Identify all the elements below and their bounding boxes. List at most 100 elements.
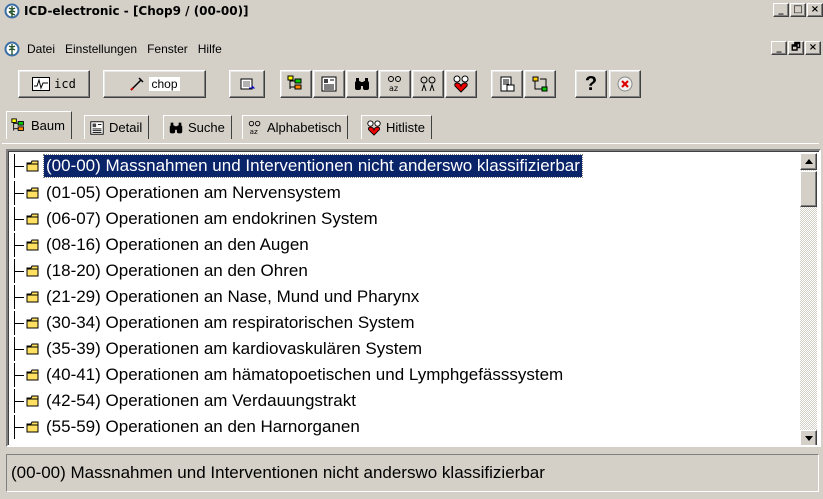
menu-datei[interactable]: Datei: [22, 42, 60, 56]
folder-icon: [26, 265, 39, 277]
status-text: (00-00) Massnahmen und Interventionen ni…: [11, 463, 545, 482]
menu-fenster[interactable]: Fenster: [142, 42, 193, 56]
hitlist-tab-icon: [367, 119, 381, 136]
search-button[interactable]: [346, 70, 378, 98]
tree-connector: [12, 311, 26, 335]
tab-alphabetisch[interactable]: az Alphabetisch: [242, 115, 349, 139]
print-button[interactable]: [491, 70, 523, 98]
tree-item[interactable]: (55-59) Operationen an den Harnorganen: [12, 415, 362, 439]
tree-item[interactable]: (40-41) Operationen am hämatopoetischen …: [12, 363, 565, 387]
arrow-down-icon: [804, 436, 813, 441]
tree-item-label: (00-00) Massnahmen und Interventionen ni…: [43, 154, 583, 178]
detail-icon: [90, 120, 104, 135]
export-icon: [240, 78, 255, 90]
tree-item-label: (21-29) Operationen an Nase, Mund und Ph…: [46, 287, 420, 306]
tab-strip: Baum Detail Suche az Alphabetisch Hitlis…: [0, 107, 823, 143]
tree-item[interactable]: (21-29) Operationen an Nase, Mund und Ph…: [12, 285, 421, 309]
folder-icon: [26, 369, 39, 381]
binoculars-icon: [169, 122, 183, 133]
help-button[interactable]: ?: [575, 70, 607, 98]
icd-label: icd: [54, 77, 76, 91]
hitlist-button[interactable]: [445, 70, 477, 98]
tree-item-label: (18-20) Operationen an den Ohren: [46, 261, 308, 280]
exit-icon: [617, 76, 633, 92]
glasses-button[interactable]: [412, 70, 444, 98]
tree-view-button[interactable]: [280, 70, 312, 98]
vertical-scrollbar[interactable]: [800, 153, 817, 445]
tree-item-label: (35-39) Operationen am kardiovaskulären …: [46, 339, 423, 358]
tree-item-label: (01-05) Operationen am Nervensystem: [46, 183, 341, 202]
tree-item[interactable]: (30-34) Operationen am respiratorischen …: [12, 311, 417, 335]
search-binoculars-icon: [355, 78, 369, 90]
tab-suche-label: Suche: [188, 120, 225, 135]
mdi-close-button[interactable]: ×: [805, 41, 821, 55]
tree-item[interactable]: (00-00) Massnahmen und Interventionen ni…: [12, 154, 583, 178]
tab-baum[interactable]: Baum: [6, 111, 72, 139]
scroll-up-button[interactable]: [800, 153, 817, 170]
minimize-button[interactable]: _: [773, 3, 789, 17]
tab-baum-label: Baum: [31, 118, 65, 133]
icd-icon: [32, 77, 51, 91]
mdi-restore-button[interactable]: 🗗: [788, 41, 804, 55]
folder-icon: [26, 160, 39, 172]
tree-item[interactable]: (01-05) Operationen am Nervensystem: [12, 181, 343, 205]
scroll-thumb[interactable]: [800, 171, 817, 207]
mdi-minimize-button[interactable]: _: [771, 41, 787, 55]
tree-connector: [12, 285, 26, 309]
tree-item-label: (08-16) Operationen an den Augen: [46, 235, 309, 254]
tree-connector: [12, 207, 26, 231]
caduceus-icon: [4, 3, 20, 18]
window-controls: _ □ ×: [772, 3, 823, 17]
tree-item[interactable]: (18-20) Operationen an den Ohren: [12, 259, 310, 283]
tree-connector: [12, 389, 26, 413]
menu-bar: Datei Einstellungen Fenster Hilfe: [0, 38, 823, 60]
menu-hilfe[interactable]: Hilfe: [193, 42, 227, 56]
tree-item-label: (42-54) Operationen am Verdauungstrakt: [46, 391, 356, 410]
tree-item-label: (06-07) Operationen am endokrinen System: [46, 209, 378, 228]
scroll-down-button[interactable]: [800, 430, 817, 445]
tree-connector: [12, 415, 26, 439]
folder-icon: [26, 291, 39, 303]
folder-icon: [26, 317, 39, 329]
title-bar: ICD-electronic - [Chop9 / (00-00)] _ □ ×: [0, 0, 823, 21]
tree-item-label: (30-34) Operationen am respiratorischen …: [46, 313, 415, 332]
tree-item-label: (40-41) Operationen am hämatopoetischen …: [46, 365, 564, 384]
chop-button[interactable]: chop: [103, 70, 206, 98]
folder-icon: [26, 343, 39, 355]
tab-detail[interactable]: Detail: [84, 115, 150, 139]
network-button[interactable]: [524, 70, 556, 98]
tree-item[interactable]: (35-39) Operationen am kardiovaskulären …: [12, 337, 424, 361]
close-button[interactable]: ×: [807, 3, 823, 17]
status-bar: (00-00) Massnahmen und Interventionen ni…: [6, 454, 819, 492]
folder-icon: [26, 239, 39, 251]
hitlist-icon: [453, 75, 469, 93]
tab-suche[interactable]: Suche: [163, 115, 232, 139]
tree-view[interactable]: (00-00) Massnahmen und Interventionen ni…: [6, 149, 821, 447]
tree-item[interactable]: (42-54) Operationen am Verdauungstrakt: [12, 389, 358, 413]
menu-einstellungen[interactable]: Einstellungen: [60, 42, 142, 56]
tree-connector: [12, 154, 26, 178]
tab-hitliste[interactable]: Hitliste: [361, 115, 433, 139]
icd-button[interactable]: icd: [18, 70, 90, 98]
svg-text:az: az: [389, 84, 398, 93]
document-caduceus-icon[interactable]: [4, 41, 20, 57]
exit-button[interactable]: [609, 70, 641, 98]
detail-view-button[interactable]: [313, 70, 345, 98]
maximize-button[interactable]: □: [790, 3, 806, 17]
tree-item[interactable]: (06-07) Operationen am endokrinen System: [12, 207, 380, 231]
tab-panel-border: [2, 143, 819, 145]
alpha-icon: az: [248, 120, 261, 136]
tab-detail-label: Detail: [109, 120, 143, 135]
tree-item[interactable]: (08-16) Operationen an den Augen: [12, 233, 311, 257]
svg-text:az: az: [250, 127, 258, 136]
tree-connector: [12, 363, 26, 387]
arrow-up-icon: [804, 159, 813, 164]
alphabetic-button[interactable]: az: [379, 70, 411, 98]
tree-connector: [12, 259, 26, 283]
chop-label: chop: [149, 77, 180, 91]
export-button[interactable]: [229, 70, 265, 98]
folder-icon: [26, 187, 39, 199]
print-icon: [500, 76, 515, 92]
tree-item-label: (55-59) Operationen an den Harnorganen: [46, 417, 360, 436]
window-title: ICD-electronic - [Chop9 / (00-00)]: [24, 3, 249, 18]
